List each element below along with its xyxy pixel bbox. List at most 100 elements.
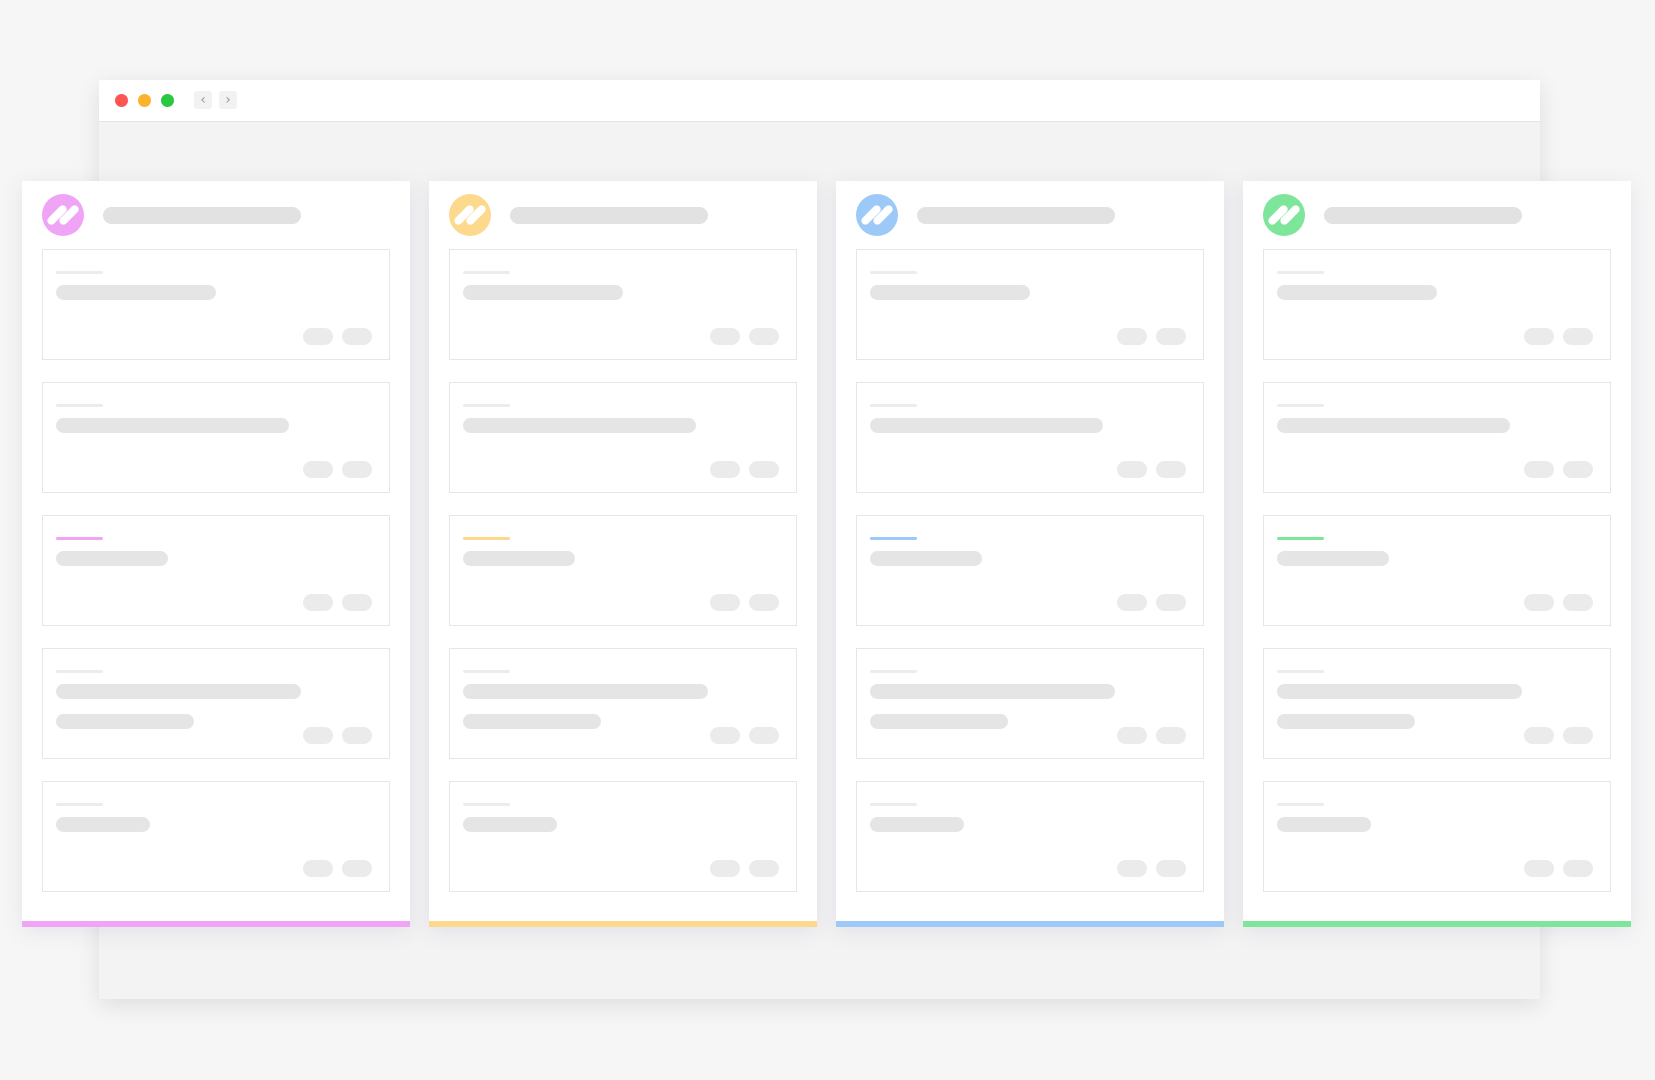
forward-button[interactable]: › (219, 91, 237, 109)
task-card[interactable] (1263, 648, 1611, 759)
back-button[interactable]: ‹ (194, 91, 212, 109)
card-label-tag (56, 803, 103, 806)
card-label-tag (463, 537, 510, 540)
card-meta-pill (303, 860, 333, 877)
card-text-placeholder (870, 418, 1103, 433)
card-avatar-pill (342, 328, 372, 345)
card-text-placeholder (463, 418, 696, 433)
card-meta-pill (710, 461, 740, 478)
task-card[interactable] (42, 781, 390, 892)
pencil-icon[interactable] (449, 194, 491, 236)
card-meta-pill (1524, 594, 1554, 611)
task-card[interactable] (1263, 781, 1611, 892)
card-avatar-pill (1563, 461, 1593, 478)
card-label-tag (1277, 404, 1324, 407)
card-meta-pill (710, 860, 740, 877)
pencil-icon[interactable] (1263, 194, 1305, 236)
card-text-placeholder (56, 714, 194, 729)
card-label-tag (870, 803, 917, 806)
close-window-button[interactable] (115, 94, 128, 107)
card-label-tag (463, 670, 510, 673)
task-card[interactable] (856, 249, 1204, 360)
task-card[interactable] (449, 781, 797, 892)
card-text-placeholder (1277, 551, 1389, 566)
task-card[interactable] (42, 648, 390, 759)
card-meta-pill (303, 594, 333, 611)
pencil-icon[interactable] (42, 194, 84, 236)
card-text-placeholder (870, 285, 1030, 300)
card-text-placeholder (463, 714, 601, 729)
task-card[interactable] (1263, 515, 1611, 626)
task-card[interactable] (42, 515, 390, 626)
column-accent-bar (22, 921, 410, 927)
board-column-blue (836, 181, 1224, 927)
card-text-placeholder (463, 684, 708, 699)
column-title-placeholder (1324, 207, 1522, 224)
task-card[interactable] (856, 382, 1204, 493)
card-avatar-pill (342, 727, 372, 744)
card-text-placeholder (56, 285, 216, 300)
card-meta-pill (303, 727, 333, 744)
task-card[interactable] (856, 515, 1204, 626)
card-text-placeholder (1277, 817, 1371, 832)
card-meta-pill (1524, 328, 1554, 345)
pencil-icon[interactable] (856, 194, 898, 236)
card-label-tag (56, 537, 103, 540)
task-card[interactable] (449, 249, 797, 360)
task-card[interactable] (1263, 249, 1611, 360)
task-card[interactable] (42, 249, 390, 360)
task-card[interactable] (449, 382, 797, 493)
task-card[interactable] (856, 781, 1204, 892)
card-text-placeholder (56, 418, 289, 433)
card-label-tag (463, 404, 510, 407)
column-title-placeholder (917, 207, 1115, 224)
card-label-tag (870, 271, 917, 274)
card-text-placeholder (463, 551, 575, 566)
card-meta-pill (710, 594, 740, 611)
card-label-tag (463, 271, 510, 274)
card-meta-pill (1117, 860, 1147, 877)
card-meta-pill (710, 727, 740, 744)
chevron-left-icon: ‹ (200, 92, 206, 108)
card-avatar-pill (1156, 328, 1186, 345)
card-meta-pill (1524, 727, 1554, 744)
card-text-placeholder (56, 684, 301, 699)
card-label-tag (56, 670, 103, 673)
task-card[interactable] (42, 382, 390, 493)
board-column-yellow (429, 181, 817, 927)
card-text-placeholder (870, 684, 1115, 699)
task-card[interactable] (856, 648, 1204, 759)
card-label-tag (1277, 670, 1324, 673)
card-meta-pill (303, 461, 333, 478)
card-text-placeholder (1277, 684, 1522, 699)
card-meta-pill (303, 328, 333, 345)
card-label-tag (870, 404, 917, 407)
card-text-placeholder (870, 714, 1008, 729)
card-meta-pill (1117, 328, 1147, 345)
card-text-placeholder (870, 551, 982, 566)
column-title-placeholder (103, 207, 301, 224)
card-avatar-pill (749, 328, 779, 345)
task-card[interactable] (449, 648, 797, 759)
card-text-placeholder (56, 551, 168, 566)
card-avatar-pill (1156, 860, 1186, 877)
task-card[interactable] (1263, 382, 1611, 493)
card-avatar-pill (1563, 860, 1593, 877)
card-avatar-pill (1563, 727, 1593, 744)
minimize-window-button[interactable] (138, 94, 151, 107)
card-avatar-pill (749, 727, 779, 744)
column-title-placeholder (510, 207, 708, 224)
title-bar: ‹ › (99, 80, 1540, 122)
card-avatar-pill (1156, 727, 1186, 744)
card-label-tag (1277, 271, 1324, 274)
card-text-placeholder (870, 817, 964, 832)
card-label-tag (1277, 537, 1324, 540)
card-avatar-pill (1563, 328, 1593, 345)
card-label-tag (1277, 803, 1324, 806)
card-meta-pill (710, 328, 740, 345)
task-card[interactable] (449, 515, 797, 626)
card-text-placeholder (463, 817, 557, 832)
maximize-window-button[interactable] (161, 94, 174, 107)
card-text-placeholder (1277, 285, 1437, 300)
column-accent-bar (429, 921, 817, 927)
